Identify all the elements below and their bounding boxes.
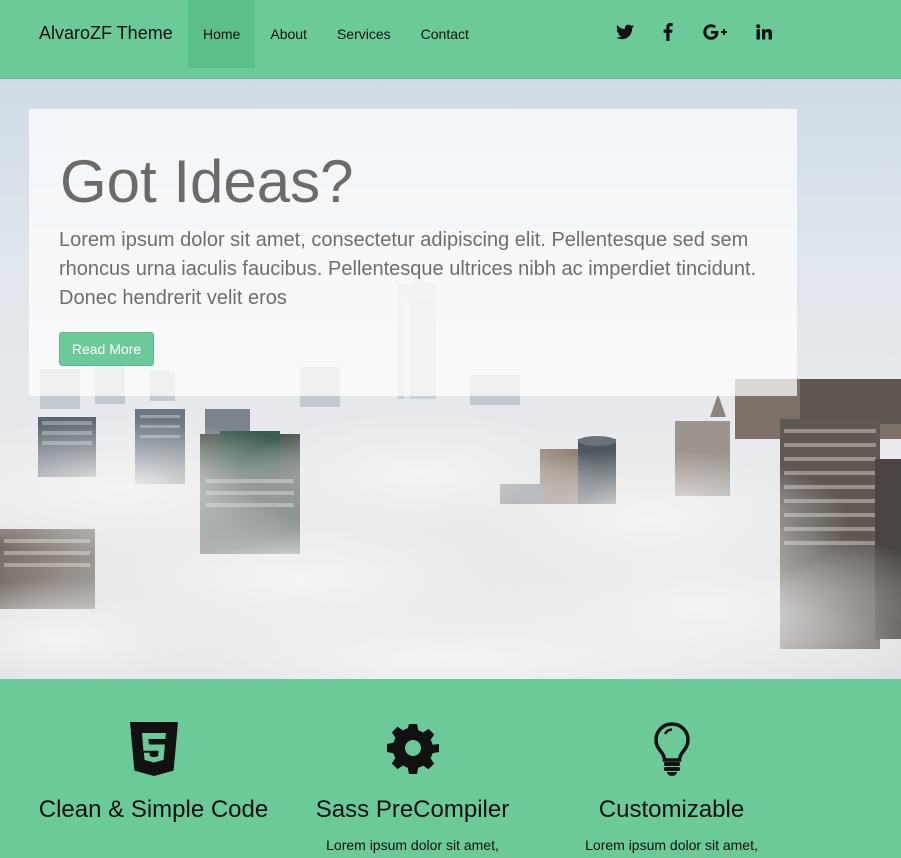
hero-jumbotron: Got Ideas? Lorem ipsum dolor sit amet, c… [29,109,797,396]
gear-icon [386,722,439,779]
hero-section: Got Ideas? Lorem ipsum dolor sit amet, c… [0,79,901,679]
feature-title: Customizable [598,796,745,823]
nav-item-contact[interactable]: Contact [406,0,484,68]
nav-item-home[interactable]: Home [188,0,256,68]
html5-icon [129,722,178,781]
brand-link[interactable]: AlvaroZF Theme [39,22,173,44]
google-plus-icon[interactable] [701,20,731,44]
nav-menu: Home About Services Contact [188,0,484,68]
linkedin-icon[interactable] [752,20,776,44]
facebook-icon[interactable] [656,20,680,44]
twitter-icon[interactable] [613,20,637,44]
feature-title: Sass PreCompiler [315,796,510,823]
features-section: Clean & Simple Code Sass PreCompiler Lor… [0,679,901,858]
hero-title: Got Ideas? [60,148,354,215]
hero-text: Lorem ipsum dolor sit amet, consectetur … [59,229,757,309]
read-more-button[interactable]: Read More [59,332,154,366]
navbar: AlvaroZF Theme Home About Services Conta… [0,0,901,79]
nav-item-services[interactable]: Services [322,0,406,68]
feature-title: Clean & Simple Code [38,796,269,823]
nav-item-about[interactable]: About [255,0,322,68]
feature-text: Lorem ipsum dolor sit amet, [326,837,499,853]
lightbulb-icon [653,722,690,781]
feature-text: Lorem ipsum dolor sit amet, [585,837,758,853]
